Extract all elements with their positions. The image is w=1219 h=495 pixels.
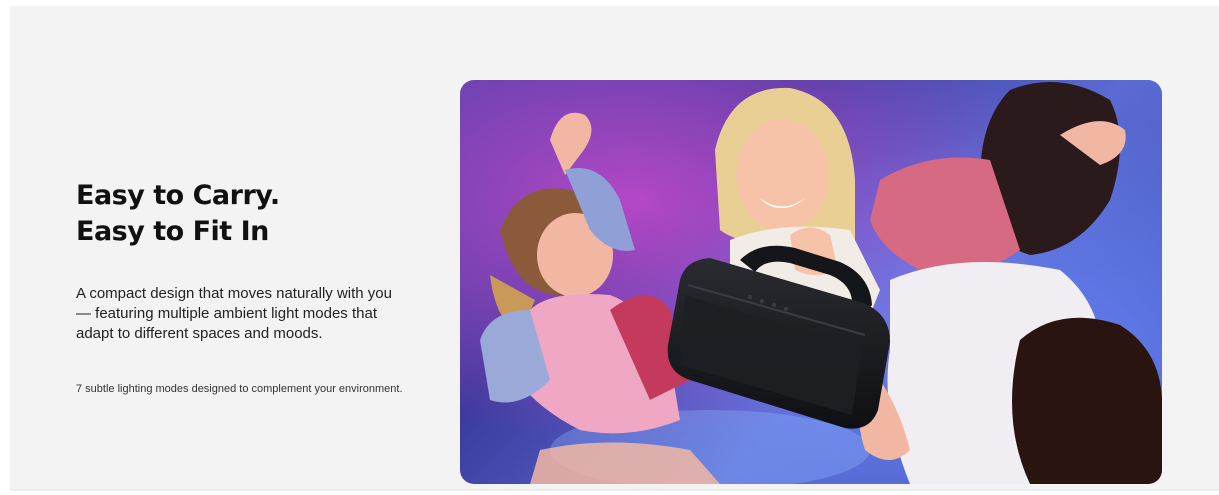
feature-description: A compact design that moves naturally wi… xyxy=(76,285,392,342)
feature-heading: Easy to Carry. Easy to Fit In xyxy=(76,178,436,250)
lifestyle-photo xyxy=(460,80,1162,484)
feature-footnote: 7 subtle lighting modes designed to comp… xyxy=(76,383,403,395)
feature-text-block: Easy to Carry. Easy to Fit In A compact … xyxy=(76,178,436,397)
lifestyle-photo-illustration xyxy=(460,80,1162,484)
feature-heading-line-2: Easy to Fit In xyxy=(76,216,269,247)
feature-heading-line-1: Easy to Carry. xyxy=(76,180,280,211)
feature-section: Easy to Carry. Easy to Fit In A compact … xyxy=(10,6,1219,491)
